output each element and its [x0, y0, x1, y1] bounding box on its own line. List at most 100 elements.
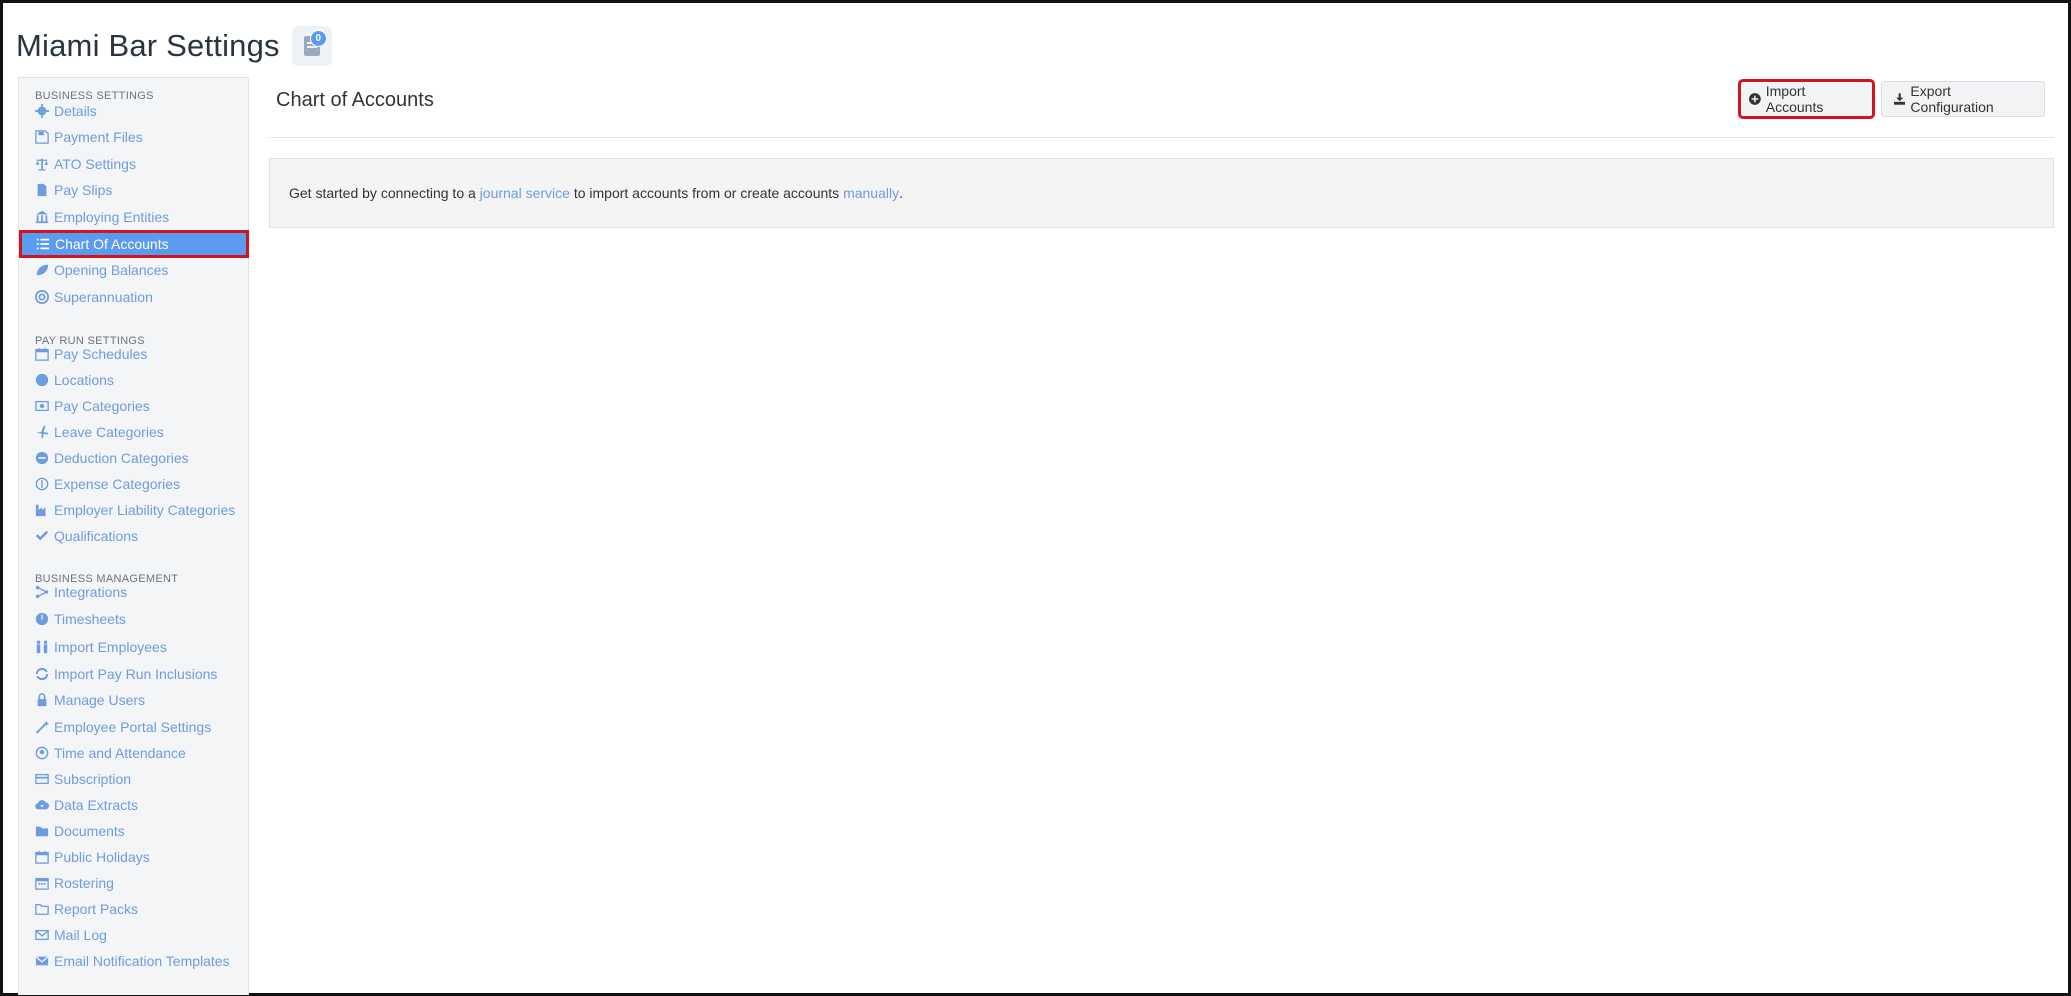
sidebar-item-label: Report Packs	[54, 901, 139, 917]
sidebar-item-opening-balances[interactable]: Opening Balances	[19, 257, 248, 283]
sidebar-item-label: Integrations	[54, 584, 128, 600]
sidebar-item-subscription[interactable]: Subscription	[19, 766, 248, 792]
page-title: Miami Bar Settings	[16, 28, 280, 63]
divider	[269, 137, 2054, 138]
folder-icon	[35, 824, 49, 838]
sidebar-item-label: Pay Slips	[54, 182, 113, 198]
sidebar-item-label: Email Notification Templates	[54, 953, 230, 969]
sidebar-item-deduction-categories[interactable]: Deduction Categories	[19, 445, 248, 471]
minus-circle-icon	[35, 451, 49, 465]
sidebar-item-label: Employee Portal Settings	[54, 719, 212, 735]
leaf-icon	[35, 263, 49, 277]
import-accounts-label: Import Accounts	[1765, 83, 1824, 115]
sidebar-item-payment-files[interactable]: Payment Files	[19, 124, 248, 150]
magic-wand-icon	[35, 720, 49, 734]
alert-text-prefix: Get started by connecting to a	[289, 185, 476, 201]
sidebar-item-employer-liability-categories[interactable]: Employer Liability Categories	[19, 497, 248, 523]
sidebar-item-label: Employing Entities	[54, 209, 170, 225]
calendar-grid-icon	[35, 876, 49, 890]
check-icon	[35, 529, 49, 543]
sidebar-item-timesheets[interactable]: Timesheets	[19, 606, 248, 632]
sidebar-item-label: Expense Categories	[54, 476, 181, 492]
calendar-icon	[35, 850, 49, 864]
plus-circle-icon	[1749, 93, 1761, 105]
credit-card-icon	[35, 772, 49, 786]
file-icon	[35, 183, 49, 197]
sidebar-item-documents[interactable]: Documents	[19, 818, 248, 844]
envelope-solid-icon	[35, 954, 49, 968]
sidebar-item-label: Chart Of Accounts	[55, 236, 169, 252]
sidebar-item-email-notification-templates[interactable]: Email Notification Templates	[19, 948, 248, 974]
sidebar-item-label: Import Pay Run Inclusions	[54, 666, 218, 682]
globe-icon	[35, 373, 49, 387]
money-icon	[35, 399, 49, 413]
sidebar-item-expense-categories[interactable]: Expense Categories	[19, 471, 248, 497]
sidebar-item-label: Rostering	[54, 875, 114, 891]
sidebar-item-label: Mail Log	[54, 927, 107, 943]
sidebar-item-time-and-attendance[interactable]: Time and Attendance	[19, 740, 248, 766]
sidebar-item-integrations[interactable]: Integrations	[19, 579, 248, 605]
sidebar-item-pay-categories[interactable]: Pay Categories	[19, 393, 248, 419]
sidebar-item-data-extracts[interactable]: Data Extracts	[19, 792, 248, 818]
download-icon	[1894, 93, 1906, 105]
sidebar-item-public-holidays[interactable]: Public Holidays	[19, 844, 248, 870]
envelope-icon	[35, 928, 49, 942]
sidebar-item-label: Locations	[54, 372, 114, 388]
content-title: Chart of Accounts	[276, 89, 434, 111]
sidebar-item-label: Import Employees	[54, 639, 167, 655]
sidebar-item-label: Public Holidays	[54, 849, 150, 865]
lifebuoy-icon	[35, 290, 49, 304]
factory-icon	[35, 503, 49, 517]
sidebar-item-leave-categories[interactable]: Leave Categories	[19, 419, 248, 445]
sidebar-item-label: Timesheets	[54, 611, 126, 627]
sidebar-item-pay-schedules[interactable]: Pay Schedules	[19, 341, 248, 367]
bank-icon	[35, 210, 49, 224]
sidebar-item-manage-users[interactable]: Manage Users	[19, 687, 248, 713]
sidebar-item-label: Documents	[54, 823, 125, 839]
sidebar-item-pay-slips[interactable]: Pay Slips	[19, 177, 248, 203]
folder-open-icon	[35, 902, 49, 916]
sidebar-item-employing-entities[interactable]: Employing Entities	[19, 204, 248, 230]
clock-icon	[35, 612, 49, 626]
manually-link[interactable]: manually	[843, 185, 899, 201]
sidebar-item-label: Leave Categories	[54, 424, 164, 440]
sidebar-item-employee-portal-settings[interactable]: Employee Portal Settings	[19, 714, 248, 740]
sidebar-item-ato-settings[interactable]: ATO Settings	[19, 151, 248, 177]
list-icon	[36, 237, 50, 251]
sidebar-item-locations[interactable]: Locations	[19, 367, 248, 393]
import-accounts-button[interactable]: Import Accounts	[1738, 79, 1875, 119]
sidebar-item-label: Manage Users	[54, 692, 146, 708]
alert-text-suffix: .	[899, 185, 903, 201]
people-icon	[35, 640, 49, 654]
save-icon	[35, 130, 49, 144]
notification-badge: 0	[309, 30, 327, 47]
sidebar-item-report-packs[interactable]: Report Packs	[19, 896, 248, 922]
lock-icon	[35, 693, 49, 707]
info-alert: Get started by connecting to a journal s…	[269, 158, 2054, 228]
sidebar-item-label: Details	[54, 103, 97, 119]
sidebar-item-label: Subscription	[54, 771, 132, 787]
sidebar-item-chart-of-accounts[interactable]: Chart Of Accounts	[19, 230, 249, 258]
sidebar-item-label: ATO Settings	[54, 156, 136, 172]
journal-service-link[interactable]: journal service	[480, 185, 570, 201]
page-header: Miami Bar Settings 0	[16, 23, 332, 69]
alert-text-middle: to import accounts from or create accoun…	[573, 185, 840, 201]
sidebar-item-details[interactable]: Details	[19, 98, 248, 124]
sidebar-item-mail-log[interactable]: Mail Log	[19, 922, 248, 948]
export-configuration-label: Export Configuration	[1910, 83, 1994, 115]
sidebar-item-label: Deduction Categories	[54, 450, 189, 466]
export-configuration-button[interactable]: Export Configuration	[1881, 81, 2045, 117]
sidebar-item-superannuation[interactable]: Superannuation	[19, 284, 248, 310]
sidebar-item-label: Qualifications	[54, 528, 139, 544]
refresh-icon	[35, 667, 49, 681]
sidebar-item-qualifications[interactable]: Qualifications	[19, 523, 248, 549]
sidebar-item-import-pay-run-inclusions[interactable]: Import Pay Run Inclusions	[19, 661, 248, 687]
sidebar-item-rostering[interactable]: Rostering	[19, 870, 248, 896]
sidebar-item-import-employees[interactable]: Import Employees	[19, 634, 248, 660]
gear-icon	[35, 104, 49, 118]
cloud-download-icon	[35, 798, 49, 812]
scale-icon	[35, 157, 49, 171]
sidebar-item-label: Pay Schedules	[54, 346, 148, 362]
notifications-button[interactable]: 0	[291, 26, 332, 66]
plane-icon	[35, 425, 49, 439]
